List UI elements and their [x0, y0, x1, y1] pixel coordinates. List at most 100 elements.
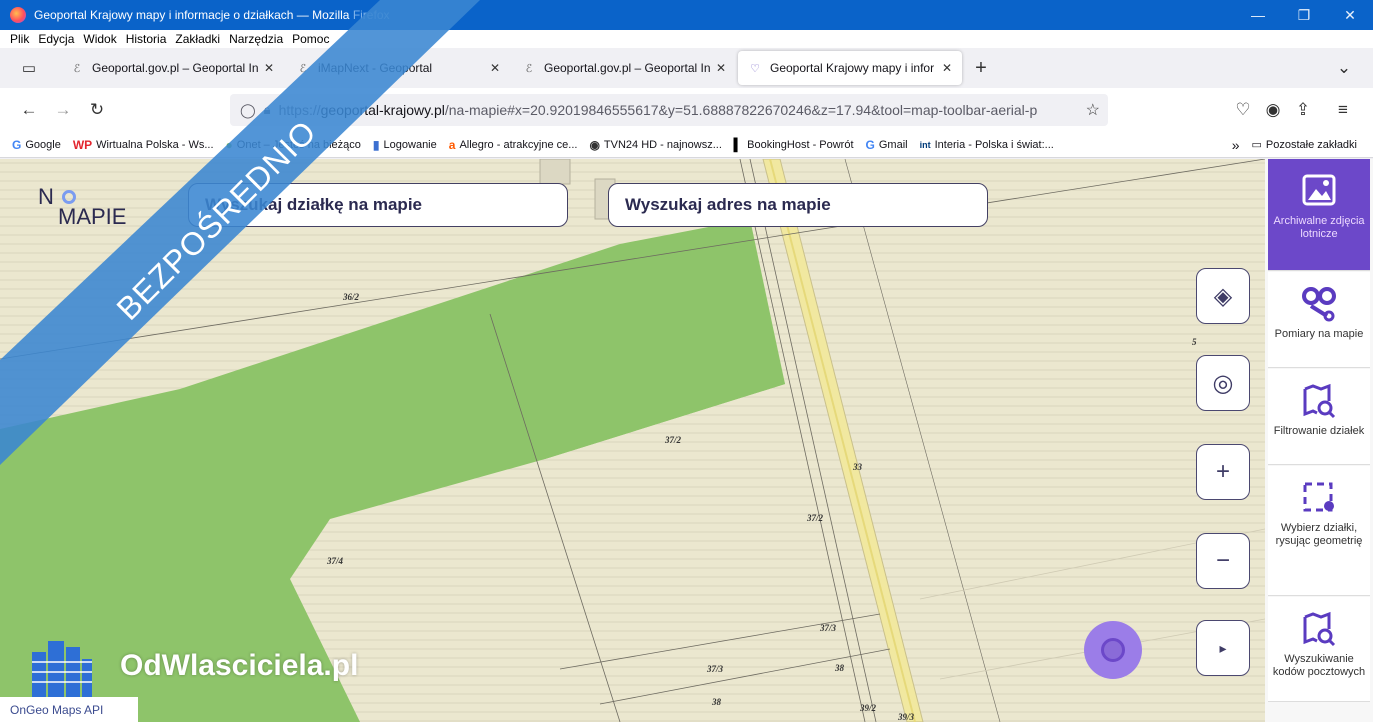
- logowanie-icon: ▮: [372, 137, 380, 152]
- photo-icon: [1302, 174, 1336, 206]
- tab-close-icon[interactable]: ✕: [264, 61, 274, 75]
- menu-plik[interactable]: Plik: [10, 32, 29, 46]
- minimize-button[interactable]: —: [1235, 0, 1281, 30]
- map-canvas[interactable]: 36/2 37/2 37/2 37/4 33 37/3 37/3 38 38 3…: [0, 159, 1265, 722]
- menu-zakladki[interactable]: Zakładki: [175, 32, 220, 46]
- layers-icon: ◈: [1213, 282, 1233, 310]
- tool-filter-parcels[interactable]: Filtrowanie działek: [1268, 369, 1370, 465]
- extensions-icon[interactable]: ⇪: [1286, 95, 1320, 125]
- folder-icon: ▭: [1251, 139, 1262, 151]
- watermark-text: OdWlasciciela.pl: [120, 649, 359, 682]
- search-parcel-input[interactable]: Wyszukaj działkę na mapie: [188, 183, 568, 227]
- parcel-label: 37/2: [664, 435, 682, 445]
- parcel-label: 33: [852, 462, 863, 472]
- ongeo-attribution[interactable]: OnGeo Maps API: [0, 697, 138, 722]
- bookmark-star-icon[interactable]: ☆: [1079, 100, 1100, 120]
- tool-postal-codes[interactable]: Wyszukiwanie kodów pocztowych: [1268, 597, 1370, 702]
- address-bar[interactable]: ◯ 🔒︎ https://geoportal-krajowy.pl/na-map…: [230, 94, 1108, 126]
- parcel-label: 39/3: [897, 712, 915, 722]
- other-bookmarks-folder[interactable]: ▭ Pozostałe zakładki: [1251, 138, 1357, 152]
- title-bar: Geoportal Krajowy mapy i informacje o dz…: [0, 0, 1373, 30]
- bookmark-logowanie[interactable]: ▮ Logowanie: [373, 138, 437, 152]
- geoportal-favicon-icon: ℰ: [73, 62, 81, 75]
- bookmarks-overflow-button[interactable]: »: [1232, 137, 1240, 153]
- tracking-shield-icon[interactable]: ◯: [240, 102, 256, 119]
- bookmark-onet[interactable]: ● Onet – Jesteś na bieżąco: [226, 138, 361, 152]
- tool-archival-photos[interactable]: Archiwalne zdjęcia lotnicze: [1268, 159, 1370, 271]
- locate-button[interactable]: ◎: [1196, 355, 1250, 411]
- map-pin-favicon-icon: ♡: [750, 62, 760, 75]
- geoportal-favicon-icon: ℰ: [525, 62, 533, 75]
- tool-draw-select[interactable]: Wybierz działki, rysując geometrię: [1268, 466, 1370, 596]
- menu-historia[interactable]: Historia: [126, 32, 167, 46]
- tab-imapnext[interactable]: ℰ iMapNext - Geoportal ✕: [286, 51, 510, 85]
- geoportal-favicon-icon: ℰ: [299, 62, 307, 75]
- tab-geoportal-1[interactable]: ℰ Geoportal.gov.pl – Geoportal In ✕: [60, 51, 284, 85]
- select-area-icon: [1303, 482, 1334, 512]
- site-logo[interactable]: N MAPIE: [38, 184, 127, 229]
- map-search-icon: [1303, 611, 1336, 647]
- parcel-label: 39/2: [859, 703, 877, 713]
- bookinghost-icon: ▍: [733, 137, 744, 152]
- right-tools-panel: Archiwalne zdjęcia lotnicze Pomiary na m…: [1265, 159, 1373, 722]
- bookmark-interia[interactable]: int Interia - Polska i świat:...: [920, 139, 1054, 151]
- layers-button[interactable]: ◈: [1196, 268, 1250, 324]
- tab-label: Geoportal.gov.pl – Geoportal In: [544, 61, 710, 75]
- bookmark-gmail[interactable]: G Gmail: [866, 138, 908, 152]
- parcel-label: 38: [834, 663, 845, 673]
- tab-geoportal-krajowy[interactable]: ♡ Geoportal Krajowy mapy i infor ✕: [738, 51, 962, 85]
- parcel-label: 37/2: [806, 513, 824, 523]
- firefox-view-icon[interactable]: ▭: [12, 53, 46, 83]
- bookmark-wp[interactable]: WP Wirtualna Polska - Ws...: [73, 138, 214, 152]
- menu-narzedzia[interactable]: Narzędzia: [229, 32, 283, 46]
- bookmark-tvn24[interactable]: ◉ TVN24 HD - najnowsz...: [589, 138, 721, 152]
- tool-label: Filtrowanie działek: [1273, 425, 1365, 437]
- bookmark-allegro[interactable]: a Allegro - atrakcyjne ce...: [449, 138, 578, 152]
- parcel-label: 36/2: [342, 292, 360, 302]
- search-address-input[interactable]: Wyszukaj adres na mapie: [608, 183, 988, 227]
- maximize-button[interactable]: ❐: [1281, 0, 1327, 30]
- lock-icon[interactable]: 🔒︎: [264, 102, 271, 118]
- back-button[interactable]: ←: [12, 95, 46, 125]
- zoom-in-button[interactable]: +: [1196, 444, 1250, 500]
- logo-mapie: MAPIE: [58, 204, 127, 229]
- google-icon: G: [12, 137, 22, 152]
- reload-button[interactable]: ↻: [80, 95, 114, 125]
- watermark-logo: [30, 637, 92, 697]
- pocket-icon[interactable]: ♡: [1226, 95, 1260, 125]
- app-menu-icon[interactable]: ≡: [1326, 95, 1360, 125]
- list-all-tabs-button[interactable]: ⌄: [1327, 53, 1361, 83]
- account-icon[interactable]: ◉: [1256, 95, 1290, 125]
- parcel-label: 38: [711, 697, 722, 707]
- allegro-icon: a: [448, 137, 456, 152]
- menu-pomoc[interactable]: Pomoc: [292, 32, 329, 46]
- tab-close-icon[interactable]: ✕: [716, 61, 726, 75]
- menu-edycja[interactable]: Edycja: [38, 32, 74, 46]
- pin-icon: [62, 190, 77, 204]
- parcel-label: 37/3: [706, 664, 724, 674]
- zoom-out-button[interactable]: −: [1196, 533, 1250, 589]
- menu-widok[interactable]: Widok: [83, 32, 116, 46]
- parcel-label: 5: [1192, 337, 1197, 347]
- browser-window: Geoportal Krajowy mapy i informacje o dz…: [0, 0, 1373, 722]
- interia-icon: int: [919, 139, 931, 150]
- logo-n: N: [38, 184, 54, 209]
- tab-label: Geoportal Krajowy mapy i infor: [770, 61, 935, 75]
- url-prefix: https://: [278, 102, 321, 118]
- bookmark-google[interactable]: G Google: [12, 138, 61, 152]
- chat-bubble-icon: [1101, 638, 1125, 662]
- tab-label: Geoportal.gov.pl – Geoportal In: [92, 61, 258, 75]
- new-tab-button[interactable]: +: [964, 53, 998, 83]
- expand-button[interactable]: ▸: [1196, 620, 1250, 676]
- tool-measurements[interactable]: Pomiary na mapie: [1268, 272, 1370, 368]
- tab-close-icon[interactable]: ✕: [942, 61, 952, 75]
- chat-button[interactable]: [1084, 621, 1142, 679]
- tab-close-icon[interactable]: ✕: [490, 61, 500, 75]
- forward-button[interactable]: →: [46, 95, 80, 125]
- wp-icon: WP: [72, 137, 93, 152]
- tab-bar: ▭ ℰ Geoportal.gov.pl – Geoportal In ✕ ℰ …: [0, 48, 1373, 88]
- bookmark-bookinghost[interactable]: ▍ BookingHost - Powrót: [734, 138, 854, 152]
- page-content: 36/2 37/2 37/2 37/4 33 37/3 37/3 38 38 3…: [0, 159, 1373, 722]
- tab-geoportal-2[interactable]: ℰ Geoportal.gov.pl – Geoportal In ✕: [512, 51, 736, 85]
- close-window-button[interactable]: ✕: [1327, 0, 1373, 30]
